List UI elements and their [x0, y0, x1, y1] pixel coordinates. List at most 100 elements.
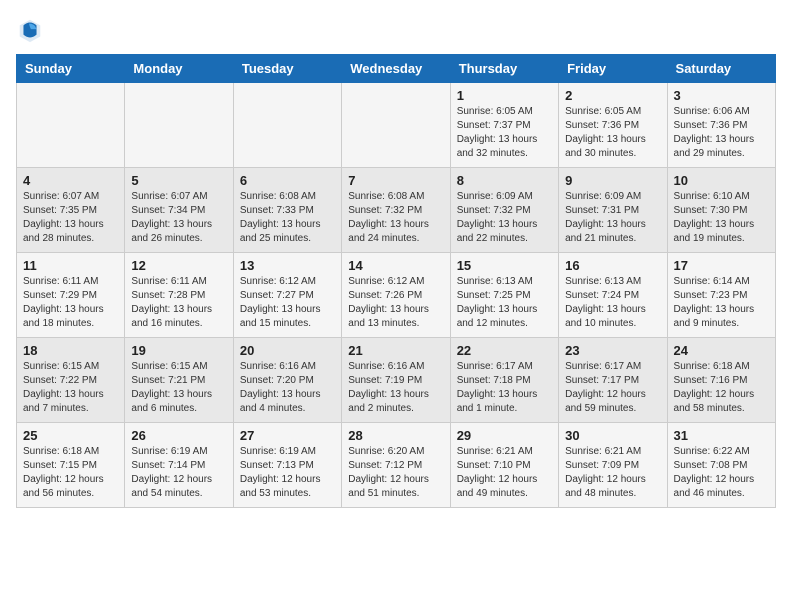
calendar-cell: 5 Sunrise: 6:07 AM Sunset: 7:34 PM Daylig…	[125, 168, 233, 253]
day-info: Sunrise: 6:21 AM Sunset: 7:09 PM Dayligh…	[565, 445, 660, 501]
calendar-cell: 14 Sunrise: 6:12 AM Sunset: 7:26 PM Dayli…	[342, 253, 450, 338]
day-info: Sunrise: 6:17 AM Sunset: 7:17 PM Dayligh…	[565, 360, 660, 416]
calendar-cell: 17 Sunrise: 6:14 AM Sunset: 7:23 PM Dayli…	[667, 253, 775, 338]
day-info: Sunrise: 6:09 AM Sunset: 7:32 PM Dayligh…	[457, 190, 552, 246]
column-header-thursday: Thursday	[450, 55, 558, 83]
day-number: 3	[674, 88, 769, 103]
day-number: 13	[240, 258, 335, 273]
day-number: 8	[457, 173, 552, 188]
day-info: Sunrise: 6:12 AM Sunset: 7:27 PM Dayligh…	[240, 275, 335, 331]
calendar-cell: 13 Sunrise: 6:12 AM Sunset: 7:27 PM Dayli…	[233, 253, 341, 338]
day-number: 25	[23, 428, 118, 443]
column-header-sunday: Sunday	[17, 55, 125, 83]
day-number: 6	[240, 173, 335, 188]
calendar-week-row: 18Sunrise: 6:15 AM Sunset: 7:22 PM Dayli…	[17, 338, 776, 423]
day-number: 7	[348, 173, 443, 188]
day-number: 2	[565, 88, 660, 103]
column-header-tuesday: Tuesday	[233, 55, 341, 83]
calendar-cell: 12 Sunrise: 6:11 AM Sunset: 7:28 PM Dayli…	[125, 253, 233, 338]
calendar-cell: 21Sunrise: 6:16 AM Sunset: 7:19 PM Dayli…	[342, 338, 450, 423]
calendar-cell: 9Sunrise: 6:09 AM Sunset: 7:31 PM Daylig…	[559, 168, 667, 253]
calendar-week-row: 1 Sunrise: 6:05 AM Sunset: 7:37 PM Daylig…	[17, 83, 776, 168]
column-header-monday: Monday	[125, 55, 233, 83]
calendar-cell: 3 Sunrise: 6:06 AM Sunset: 7:36 PM Daylig…	[667, 83, 775, 168]
day-info: Sunrise: 6:20 AM Sunset: 7:12 PM Dayligh…	[348, 445, 443, 501]
day-info: Sunrise: 6:05 AM Sunset: 7:36 PM Dayligh…	[565, 105, 660, 161]
day-info: Sunrise: 6:11 AM Sunset: 7:29 PM Dayligh…	[23, 275, 118, 331]
day-number: 23	[565, 343, 660, 358]
day-number: 20	[240, 343, 335, 358]
logo-icon	[16, 16, 44, 44]
day-info: Sunrise: 6:17 AM Sunset: 7:18 PM Dayligh…	[457, 360, 552, 416]
day-number: 26	[131, 428, 226, 443]
calendar-cell: 29Sunrise: 6:21 AM Sunset: 7:10 PM Dayli…	[450, 423, 558, 508]
calendar-cell: 4 Sunrise: 6:07 AM Sunset: 7:35 PM Daylig…	[17, 168, 125, 253]
day-info: Sunrise: 6:18 AM Sunset: 7:16 PM Dayligh…	[674, 360, 769, 416]
calendar-cell: 26 Sunrise: 6:19 AM Sunset: 7:14 PM Dayli…	[125, 423, 233, 508]
calendar-cell: 24 Sunrise: 6:18 AM Sunset: 7:16 PM Dayli…	[667, 338, 775, 423]
calendar-cell: 6 Sunrise: 6:08 AM Sunset: 7:33 PM Daylig…	[233, 168, 341, 253]
calendar-cell: 31 Sunrise: 6:22 AM Sunset: 7:08 PM Dayli…	[667, 423, 775, 508]
day-info: Sunrise: 6:07 AM Sunset: 7:35 PM Dayligh…	[23, 190, 118, 246]
calendar-cell: 23 Sunrise: 6:17 AM Sunset: 7:17 PM Dayli…	[559, 338, 667, 423]
day-number: 17	[674, 258, 769, 273]
day-info: Sunrise: 6:06 AM Sunset: 7:36 PM Dayligh…	[674, 105, 769, 161]
calendar-week-row: 4 Sunrise: 6:07 AM Sunset: 7:35 PM Daylig…	[17, 168, 776, 253]
page-header	[16, 16, 776, 44]
calendar-cell: 1 Sunrise: 6:05 AM Sunset: 7:37 PM Daylig…	[450, 83, 558, 168]
day-info: Sunrise: 6:19 AM Sunset: 7:13 PM Dayligh…	[240, 445, 335, 501]
calendar-table: SundayMondayTuesdayWednesdayThursdayFrid…	[16, 54, 776, 508]
column-header-saturday: Saturday	[667, 55, 775, 83]
day-number: 24	[674, 343, 769, 358]
day-number: 21	[348, 343, 443, 358]
day-info: Sunrise: 6:10 AM Sunset: 7:30 PM Dayligh…	[674, 190, 769, 246]
calendar-cell: 7 Sunrise: 6:08 AM Sunset: 7:32 PM Daylig…	[342, 168, 450, 253]
calendar-cell: 8 Sunrise: 6:09 AM Sunset: 7:32 PM Daylig…	[450, 168, 558, 253]
calendar-cell	[125, 83, 233, 168]
day-number: 12	[131, 258, 226, 273]
day-number: 19	[131, 343, 226, 358]
day-info: Sunrise: 6:07 AM Sunset: 7:34 PM Dayligh…	[131, 190, 226, 246]
calendar-cell: 10 Sunrise: 6:10 AM Sunset: 7:30 PM Dayli…	[667, 168, 775, 253]
day-number: 4	[23, 173, 118, 188]
day-number: 16	[565, 258, 660, 273]
day-info: Sunrise: 6:13 AM Sunset: 7:25 PM Dayligh…	[457, 275, 552, 331]
day-info: Sunrise: 6:22 AM Sunset: 7:08 PM Dayligh…	[674, 445, 769, 501]
day-info: Sunrise: 6:13 AM Sunset: 7:24 PM Dayligh…	[565, 275, 660, 331]
day-info: Sunrise: 6:08 AM Sunset: 7:32 PM Dayligh…	[348, 190, 443, 246]
day-number: 31	[674, 428, 769, 443]
calendar-cell: 25Sunrise: 6:18 AM Sunset: 7:15 PM Dayli…	[17, 423, 125, 508]
day-number: 11	[23, 258, 118, 273]
day-info: Sunrise: 6:08 AM Sunset: 7:33 PM Dayligh…	[240, 190, 335, 246]
calendar-cell: 22 Sunrise: 6:17 AM Sunset: 7:18 PM Dayli…	[450, 338, 558, 423]
column-header-friday: Friday	[559, 55, 667, 83]
day-info: Sunrise: 6:16 AM Sunset: 7:20 PM Dayligh…	[240, 360, 335, 416]
calendar-cell: 2 Sunrise: 6:05 AM Sunset: 7:36 PM Daylig…	[559, 83, 667, 168]
day-number: 5	[131, 173, 226, 188]
day-info: Sunrise: 6:12 AM Sunset: 7:26 PM Dayligh…	[348, 275, 443, 331]
day-number: 1	[457, 88, 552, 103]
day-info: Sunrise: 6:15 AM Sunset: 7:22 PM Dayligh…	[23, 360, 118, 416]
day-number: 15	[457, 258, 552, 273]
column-header-wednesday: Wednesday	[342, 55, 450, 83]
calendar-header-row: SundayMondayTuesdayWednesdayThursdayFrid…	[17, 55, 776, 83]
day-number: 10	[674, 173, 769, 188]
day-info: Sunrise: 6:05 AM Sunset: 7:37 PM Dayligh…	[457, 105, 552, 161]
calendar-cell: 16 Sunrise: 6:13 AM Sunset: 7:24 PM Dayli…	[559, 253, 667, 338]
calendar-cell	[233, 83, 341, 168]
day-number: 28	[348, 428, 443, 443]
calendar-week-row: 25Sunrise: 6:18 AM Sunset: 7:15 PM Dayli…	[17, 423, 776, 508]
calendar-cell	[17, 83, 125, 168]
calendar-cell: 28 Sunrise: 6:20 AM Sunset: 7:12 PM Dayli…	[342, 423, 450, 508]
day-info: Sunrise: 6:19 AM Sunset: 7:14 PM Dayligh…	[131, 445, 226, 501]
calendar-cell	[342, 83, 450, 168]
calendar-cell: 19 Sunrise: 6:15 AM Sunset: 7:21 PM Dayli…	[125, 338, 233, 423]
calendar-week-row: 11 Sunrise: 6:11 AM Sunset: 7:29 PM Dayli…	[17, 253, 776, 338]
day-info: Sunrise: 6:15 AM Sunset: 7:21 PM Dayligh…	[131, 360, 226, 416]
day-number: 14	[348, 258, 443, 273]
day-info: Sunrise: 6:11 AM Sunset: 7:28 PM Dayligh…	[131, 275, 226, 331]
day-info: Sunrise: 6:14 AM Sunset: 7:23 PM Dayligh…	[674, 275, 769, 331]
calendar-cell: 27Sunrise: 6:19 AM Sunset: 7:13 PM Dayli…	[233, 423, 341, 508]
logo	[16, 16, 48, 44]
day-number: 22	[457, 343, 552, 358]
